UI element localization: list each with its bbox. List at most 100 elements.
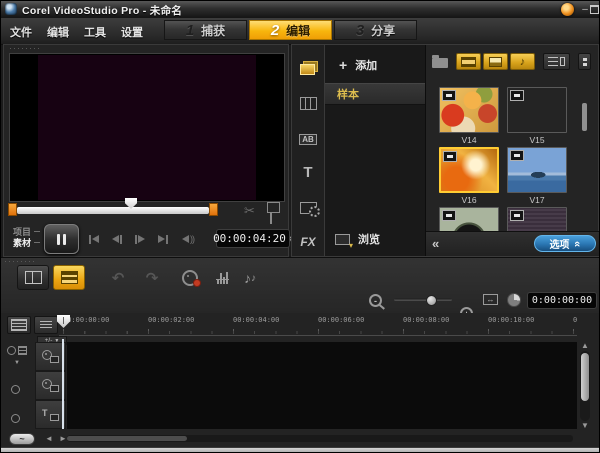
go-to-start-button[interactable] [84,231,104,247]
transition-button[interactable]: AB [292,126,324,152]
show-photos-button[interactable] [483,53,508,70]
title-track-toggle-icon[interactable] [11,414,20,423]
menu-bar: 文件 编辑 工具 设置 1 捕获 2 编辑 3 分享 [1,18,600,45]
track-toggle-group[interactable] [7,346,27,355]
menu-edit[interactable]: 编辑 [43,24,73,40]
menu-tools[interactable]: 工具 [80,24,110,40]
thumbnail-v15[interactable] [507,87,567,133]
scroll-down-button[interactable]: ▼ [581,421,589,430]
corel-balloon-icon[interactable] [561,3,574,16]
toggle-dropdown-icon[interactable]: ▼ [14,360,20,366]
music-note-icon: ♪ [520,56,526,68]
thumbnail-v17[interactable] [507,147,567,193]
trim-end-handle[interactable] [209,203,218,216]
sort-button[interactable] [578,53,591,70]
playback-mode-switch[interactable]: 项目 素材 [8,226,40,248]
fit-to-window-button[interactable]: ↔ [483,294,498,305]
duration-clock-button[interactable] [507,293,521,307]
tab-capture-number: 1 [186,22,194,39]
folder-icon[interactable] [432,58,448,68]
preview-timecode[interactable]: 00:00:04:20 ▲▼ [216,229,290,248]
next-frame-button[interactable] [130,231,150,247]
media-library-button[interactable] [292,54,324,80]
scroll-right-button[interactable]: ► [59,434,67,443]
volume-button[interactable]: )) [178,231,198,247]
ruler-label: 00: [573,316,577,324]
title-button[interactable]: T [292,159,324,185]
go-to-end-button[interactable] [153,231,173,247]
add-folder-button[interactable]: + 添加 [325,55,425,75]
video-track-row[interactable] [67,342,577,372]
undo-icon: ↶ [112,269,125,287]
view-mode-button[interactable] [543,53,570,70]
show-audio-button[interactable]: ♪ [510,53,535,70]
thumbnail-v14[interactable] [439,87,499,133]
previous-frame-button[interactable] [107,231,127,247]
zoom-slider[interactable] [394,298,452,301]
time-ruler[interactable]: 00:00:00:00 00:00:02:00 00:00:04:00 00:0… [1,313,577,337]
step-tabs: 1 捕获 2 编辑 3 分享 [164,20,417,40]
thumbnail-partial[interactable] [439,207,499,234]
thumbnail-v16-selected[interactable] [439,147,499,193]
tab-capture[interactable]: 1 捕获 [164,20,247,40]
show-videos-button[interactable] [456,53,481,70]
overlay-track-toggle-icon[interactable] [11,385,20,394]
timeline-timecode[interactable]: 0:00:00:00 [527,292,597,309]
collapse-library-button[interactable]: « [432,236,439,251]
title-track-row[interactable] [67,400,577,430]
horizontal-scrollbar-thumb[interactable] [67,436,187,441]
timeline-toolbar: ········ ↶ ↷ ♪♪ - + ↔ 0:00:00:00 [1,257,600,315]
undo-button[interactable]: ↶ [105,268,131,288]
library-folder-list: + 添加 样本 浏览 [325,45,426,256]
timeline-view-button[interactable] [53,265,85,290]
scroll-left-button[interactable]: ◄ [45,434,53,443]
auto-music-button[interactable]: ♪♪ [237,268,263,288]
gallery-scrollbar[interactable] [582,103,587,131]
split-clip-icon[interactable]: ✂ [244,203,255,219]
browse-button[interactable]: 浏览 [325,230,425,248]
options-button[interactable]: 选项 « [534,235,596,252]
bar-glyph [166,235,168,244]
record-capture-button[interactable] [177,268,203,288]
redo-icon: ↷ [146,269,159,287]
filter-button[interactable]: FX [292,229,324,255]
window-title: Corel VideoStudio Pro - 未命名 [22,3,182,18]
storyboard-view-button[interactable] [17,265,49,290]
tab-share[interactable]: 3 分享 [334,20,417,40]
sound-mixer-button[interactable] [209,268,235,288]
redo-button[interactable]: ↷ [139,268,165,288]
menu-file[interactable]: 文件 [6,24,36,40]
folder-item-sample[interactable]: 样本 [325,83,425,105]
thumbnail-partial[interactable] [507,207,567,234]
pause-button[interactable] [44,224,79,254]
zoom-out-button[interactable]: - [369,294,382,307]
options-label: 选项 [549,236,569,251]
tab-share-number: 3 [356,22,364,39]
tab-edit[interactable]: 2 编辑 [249,20,332,40]
zoom-slider-thumb[interactable] [426,295,437,306]
close-button[interactable]: ✕ [596,2,600,16]
ruler-label: 00:00:10:00 [488,316,534,324]
video-track-icon [42,350,59,363]
library-panel: ········ AB T FX + 添加 样本 浏览 [291,44,599,257]
enlarge-preview-icon[interactable] [270,205,272,224]
video-clip-badge-icon [442,90,456,101]
triangle-left-glyph [92,235,99,243]
storyboard-icon [25,271,42,284]
instant-project-button[interactable] [292,90,324,116]
clip-mode-label[interactable]: 素材 [13,236,31,249]
menu-items: 文件 编辑 工具 设置 [6,24,154,40]
trim-start-handle[interactable] [8,203,17,216]
window-resize-frame[interactable] [1,447,600,453]
timeline-scroll-mode-button[interactable]: ~ [9,433,35,445]
vertical-scrollbar-thumb[interactable] [581,353,589,401]
menu-settings[interactable]: 设置 [117,24,147,40]
speaker-icon [182,235,189,243]
horizontal-scrollbar-track[interactable] [67,435,573,442]
bar-glyph [89,235,91,244]
scroll-up-button[interactable]: ▲ [581,341,589,350]
overlay-track-row[interactable] [67,371,577,401]
timeline-area: 00:00:00:00 00:00:02:00 00:00:04:00 00:0… [1,313,600,447]
scrub-bar[interactable] [17,207,209,214]
graphic-button[interactable] [292,195,324,221]
